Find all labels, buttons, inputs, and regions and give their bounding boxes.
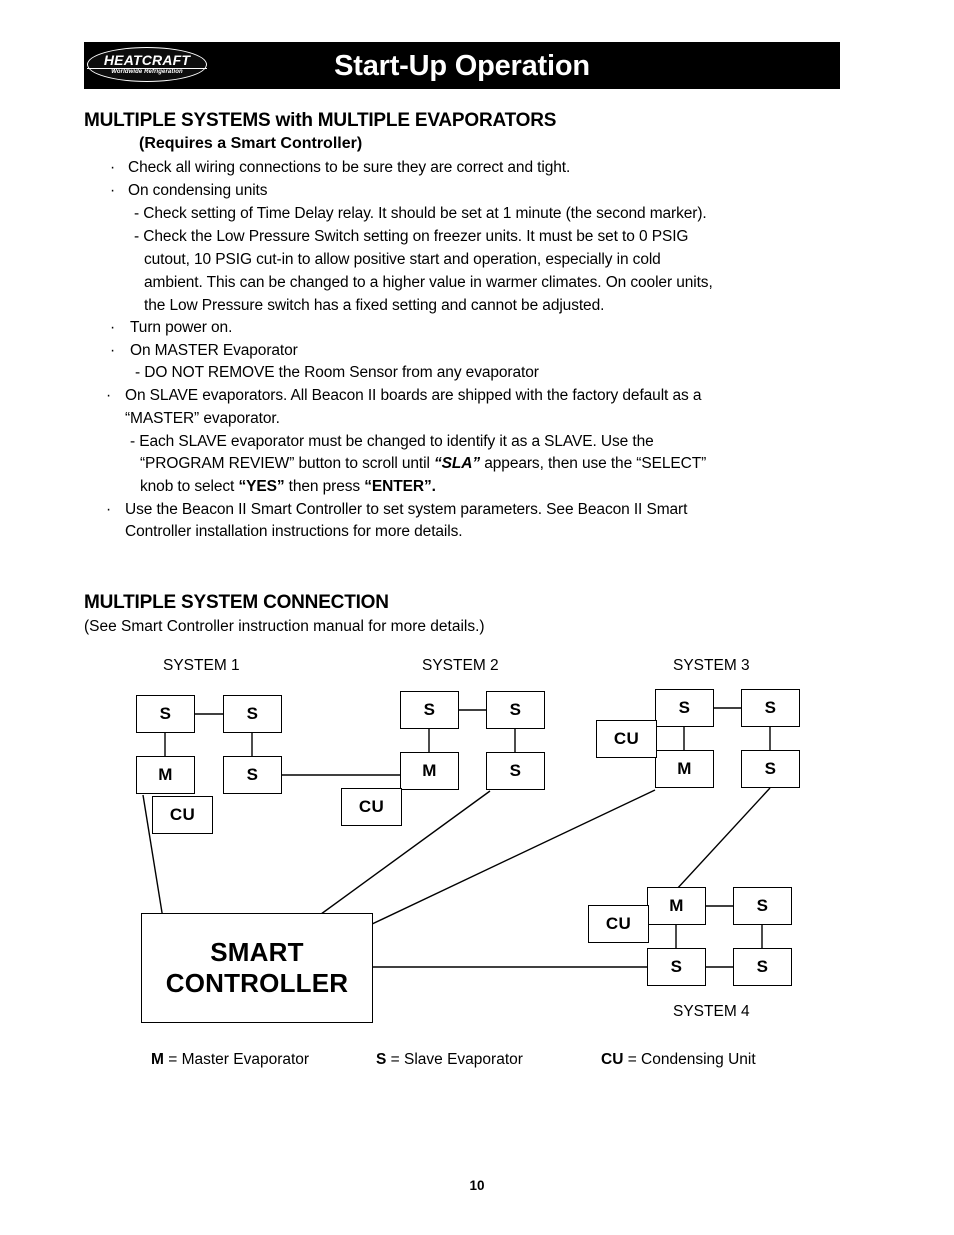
sys3-condensing-unit: CU bbox=[596, 720, 657, 758]
sys4-master: M bbox=[647, 887, 706, 925]
section-heading-multiple-systems: MULTIPLE SYSTEMS with MULTIPLE EVAPORATO… bbox=[84, 110, 557, 131]
legend-master: M = Master Evaporator bbox=[151, 1050, 309, 1069]
sys2-master: M bbox=[400, 752, 459, 790]
body-line-check-wiring: Check all wiring connections to be sure … bbox=[128, 159, 571, 176]
legend-slave-key: S bbox=[376, 1051, 387, 1068]
legend-cu-key: CU bbox=[601, 1051, 624, 1068]
body-line-low-pressure-1: - Check the Low Pressure Switch setting … bbox=[134, 228, 689, 245]
body-line-low-pressure-3: ambient. This can be changed to a higher… bbox=[144, 274, 713, 291]
sys3-slave-top-right: S bbox=[741, 689, 800, 727]
sys2-slave-top-left: S bbox=[400, 691, 459, 729]
bullet-marker: · bbox=[110, 182, 116, 199]
program-review-text-b: appears, then use the “SELECT” bbox=[480, 455, 707, 472]
bullet-marker: · bbox=[110, 342, 116, 359]
sys1-slave-top-left: S bbox=[136, 695, 195, 733]
page-number: 10 bbox=[469, 1178, 485, 1193]
knob-text-a: knob to select bbox=[140, 478, 239, 495]
body-line-master-evaporator-quote: “MASTER” evaporator. bbox=[125, 410, 280, 427]
body-line-do-not-remove-sensor: - DO NOT REMOVE the Room Sensor from any… bbox=[135, 364, 539, 381]
smart-controller-line-1: SMART bbox=[210, 937, 304, 967]
body-line-time-delay-relay: - Check setting of Time Delay relay. It … bbox=[134, 205, 707, 222]
sys4-slave-bottom-left: S bbox=[647, 948, 706, 986]
smart-controller-box: SMART CONTROLLER bbox=[141, 913, 373, 1023]
smart-controller-line-2: CONTROLLER bbox=[165, 968, 349, 998]
sys1-condensing-unit: CU bbox=[152, 796, 213, 834]
body-line-on-condensing-units: On condensing units bbox=[128, 182, 268, 199]
legend-cu-text: = Condensing Unit bbox=[623, 1051, 756, 1068]
legend-slave: S = Slave Evaporator bbox=[376, 1050, 523, 1069]
legend-master-text: = Master Evaporator bbox=[163, 1051, 310, 1068]
bullet-marker: · bbox=[110, 159, 116, 176]
system-3-label: SYSTEM 3 bbox=[673, 657, 750, 674]
sys1-slave-top-right: S bbox=[223, 695, 282, 733]
body-line-low-pressure-2: cutout, 10 PSIG cut-in to allow positive… bbox=[144, 251, 661, 268]
sys1-slave-bottom-right: S bbox=[223, 756, 282, 794]
sys3-master: M bbox=[655, 750, 714, 788]
legend-slave-text: = Slave Evaporator bbox=[386, 1051, 523, 1068]
body-line-use-beacon-controller-1: Use the Beacon II Smart Controller to se… bbox=[125, 501, 688, 518]
section-subheading-requires-smart-controller: (Requires a Smart Controller) bbox=[139, 135, 363, 152]
sys4-condensing-unit: CU bbox=[588, 905, 649, 943]
system-1-label: SYSTEM 1 bbox=[163, 657, 240, 674]
section-heading-multiple-system-connection: MULTIPLE SYSTEM CONNECTION bbox=[84, 592, 389, 613]
body-line-program-review: “PROGRAM REVIEW” button to scroll until … bbox=[140, 454, 706, 474]
body-line-use-beacon-controller-2: Controller installation instructions for… bbox=[125, 523, 463, 540]
sys1-master: M bbox=[136, 756, 195, 794]
body-line-on-master-evaporator: On MASTER Evaporator bbox=[130, 342, 298, 359]
sys3-slave-bottom-right: S bbox=[741, 750, 800, 788]
page-title: Start-Up Operation bbox=[334, 50, 590, 82]
enter-emphasis: “ENTER”. bbox=[364, 478, 436, 495]
body-line-knob-select: knob to select “YES” then press “ENTER”. bbox=[140, 477, 436, 497]
sys2-slave-bottom-right: S bbox=[486, 752, 545, 790]
sla-emphasis: “SLA” bbox=[434, 455, 481, 472]
sys2-condensing-unit: CU bbox=[341, 788, 402, 826]
program-review-text-a: “PROGRAM REVIEW” button to scroll until bbox=[140, 455, 435, 472]
legend-condensing-unit: CU = Condensing Unit bbox=[601, 1050, 756, 1069]
sys3-slave-top-left: S bbox=[655, 689, 714, 727]
smart-controller-label: SMART CONTROLLER bbox=[166, 937, 349, 999]
sys4-slave-bottom-right: S bbox=[733, 948, 792, 986]
body-line-each-slave-evaporator: - Each SLAVE evaporator must be changed … bbox=[130, 433, 654, 450]
body-line-low-pressure-4: the Low Pressure switch has a fixed sett… bbox=[144, 297, 605, 314]
section-note-see-manual: (See Smart Controller instruction manual… bbox=[84, 618, 485, 635]
bullet-marker: · bbox=[106, 501, 112, 518]
system-2-label: SYSTEM 2 bbox=[422, 657, 499, 674]
bullet-marker: · bbox=[106, 387, 112, 404]
system-4-label: SYSTEM 4 bbox=[673, 1003, 750, 1020]
bullet-marker: · bbox=[110, 319, 116, 336]
yes-emphasis: “YES” bbox=[238, 478, 285, 495]
sys4-slave-top-right: S bbox=[733, 887, 792, 925]
knob-text-b: then press bbox=[284, 478, 365, 495]
body-line-turn-power-on: Turn power on. bbox=[130, 319, 233, 336]
sys2-slave-top-right: S bbox=[486, 691, 545, 729]
body-line-on-slave-evaporators: On SLAVE evaporators. All Beacon II boar… bbox=[125, 387, 702, 404]
legend-master-key: M bbox=[151, 1051, 164, 1068]
